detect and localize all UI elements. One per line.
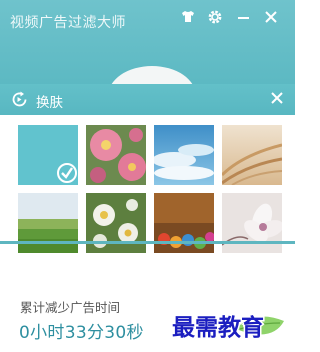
watermark: 最需教育 最需教育: [169, 308, 289, 343]
close-icon[interactable]: [263, 9, 281, 27]
refresh-icon: [10, 90, 29, 109]
ad-time-value: 0小时33分30秒: [19, 323, 144, 343]
skin-panel-title: 换肤: [36, 95, 63, 111]
skin-tile-wheat-field[interactable]: [222, 125, 282, 185]
skin-shirt-icon[interactable]: [180, 9, 198, 27]
skin-panel-header: 换肤: [0, 84, 295, 115]
title-bar: 视频广告过滤大师: [0, 0, 295, 90]
skin-tile-solid-teal[interactable]: [18, 125, 78, 185]
watermark-text: 最需教育: [172, 314, 264, 341]
settings-gear-icon[interactable]: [207, 9, 225, 27]
ad-time-label: 累计减少广告时间: [20, 300, 121, 315]
skin-tile-blue-sky[interactable]: [154, 125, 214, 185]
minimize-icon[interactable]: [236, 9, 254, 27]
skin-tile-colored-pencils[interactable]: [154, 193, 214, 253]
skin-tile-green-meadow[interactable]: [18, 193, 78, 253]
panel-close-icon[interactable]: [269, 90, 285, 106]
skin-tile-pink-flowers[interactable]: [86, 125, 146, 185]
app-title: 视频广告过滤大师: [10, 15, 126, 31]
panel-divider: [0, 241, 295, 244]
skin-tile-daisies[interactable]: [86, 193, 146, 253]
skin-tile-white-flower[interactable]: [222, 193, 282, 253]
